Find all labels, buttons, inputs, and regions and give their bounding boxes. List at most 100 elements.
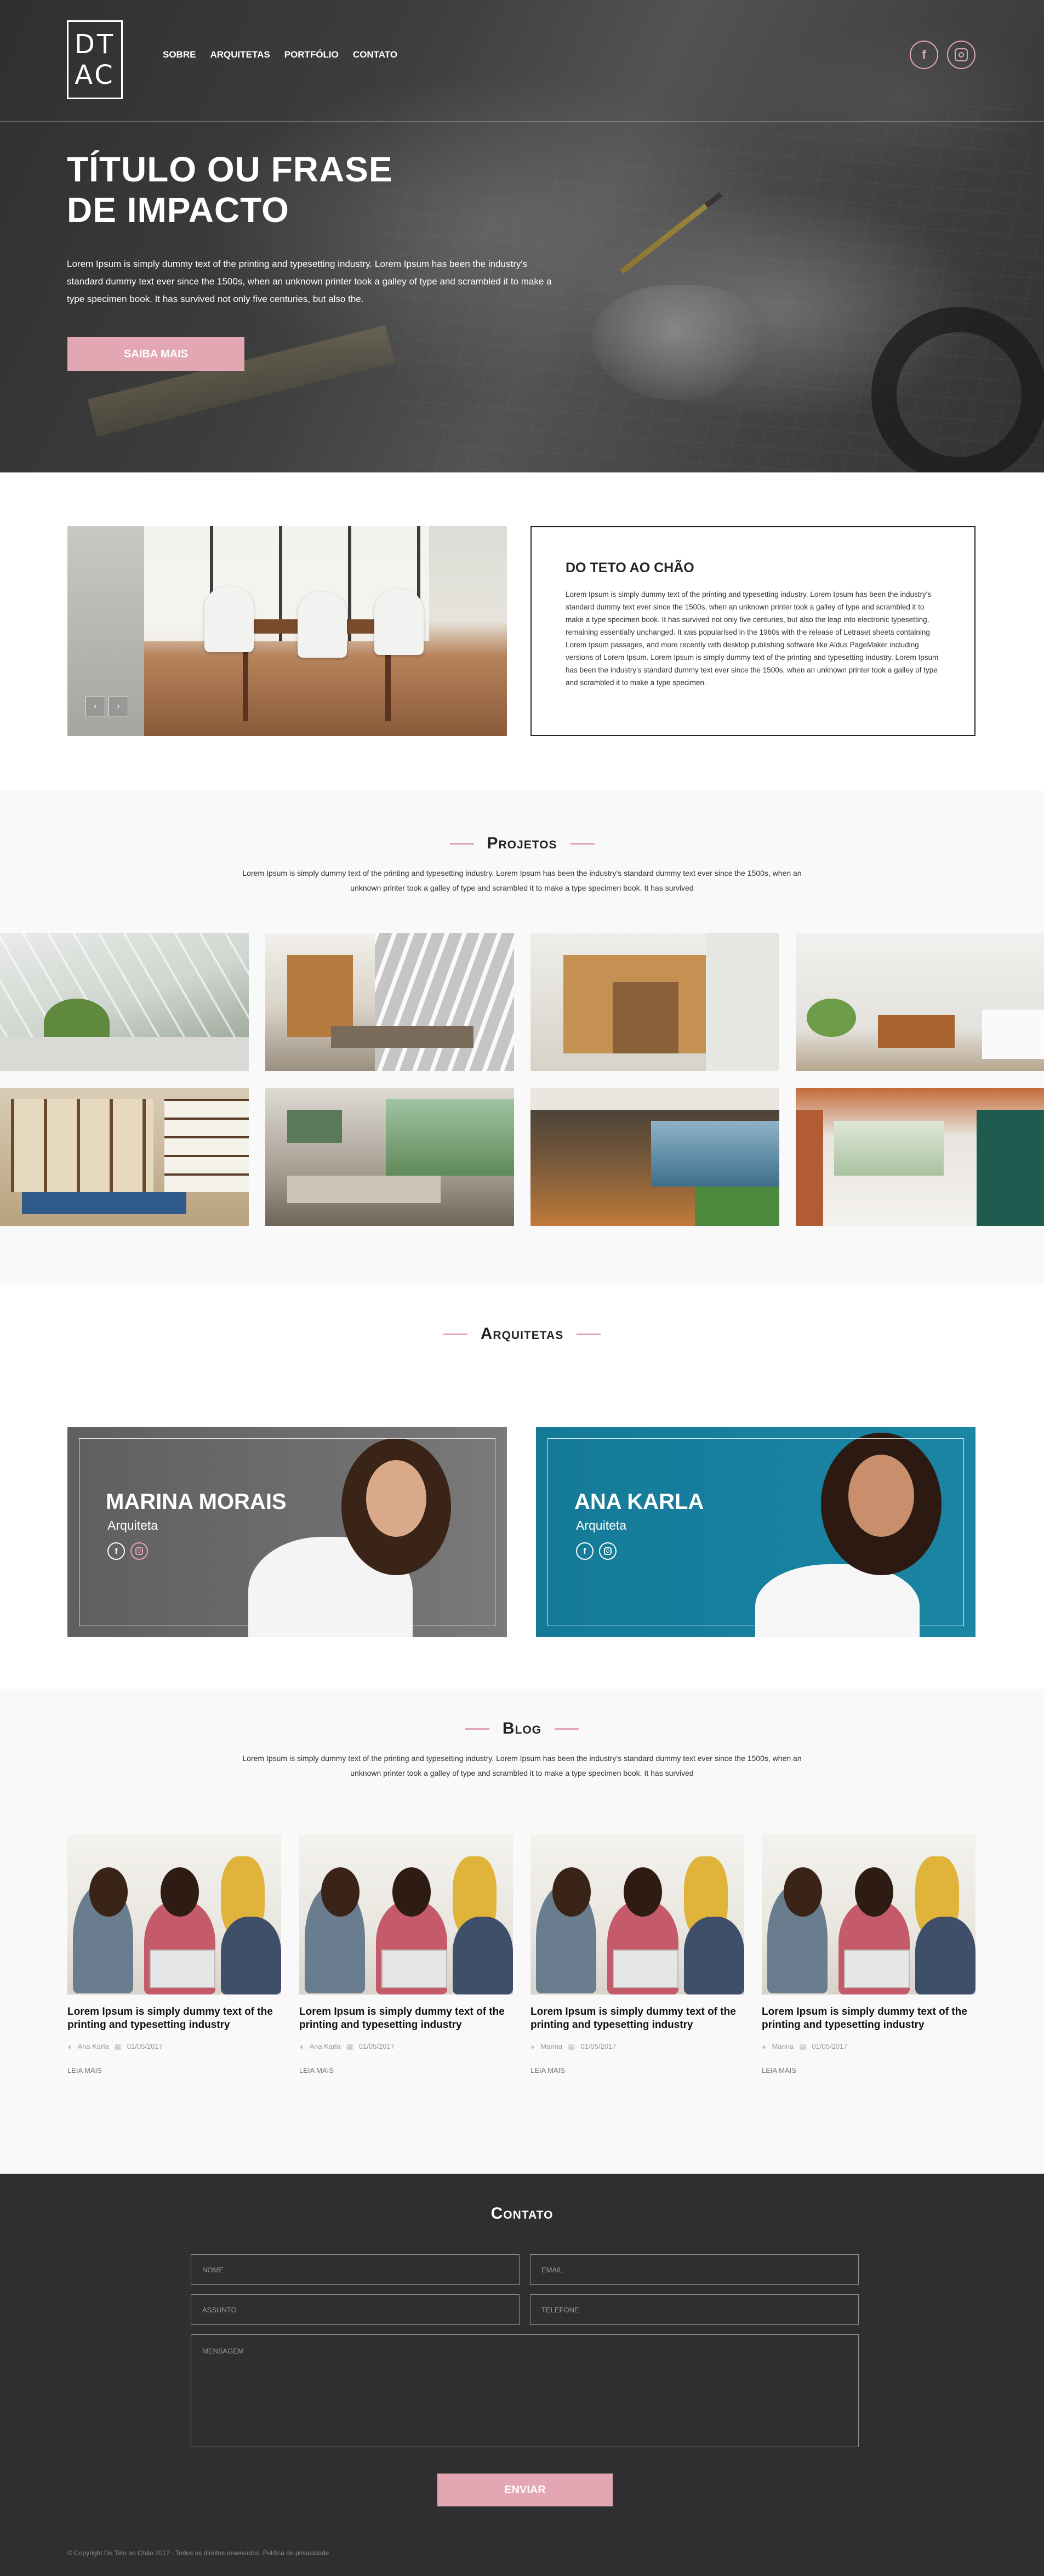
thumb-detail [651, 1121, 779, 1187]
projects-title: Projetos [487, 834, 557, 852]
project-thumbnail[interactable] [530, 933, 779, 1071]
user-icon: ● [67, 2042, 72, 2051]
architect-card-ana[interactable]: ANA KARLA Arquiteta f [536, 1427, 975, 1637]
blog-post-card[interactable]: Lorem Ipsum is simply dummy text of the … [67, 1834, 281, 2075]
blog-subtitle: Lorem Ipsum is simply dummy text of the … [242, 1754, 802, 1777]
read-more-link[interactable]: LEIA MAIS [67, 2066, 281, 2075]
facebook-icon[interactable]: f [576, 1542, 594, 1560]
blog-post-title[interactable]: Lorem Ipsum is simply dummy text of the … [299, 2005, 513, 2032]
architect-card-marina[interactable]: MARINA MORAIS Arquiteta f [67, 1427, 507, 1637]
blog-post-card[interactable]: Lorem Ipsum is simply dummy text of the … [299, 1834, 513, 2075]
logo-line-2: AC [75, 60, 115, 90]
project-thumbnail[interactable] [530, 1088, 779, 1226]
top-navigation: DT AC SOBRE ARQUITETAS PORTFÓLIO CONTATO… [0, 0, 1044, 122]
heading-bar-left [465, 1728, 489, 1730]
email-field[interactable] [530, 2254, 859, 2285]
nav-divider [0, 121, 1044, 122]
blog-post-title[interactable]: Lorem Ipsum is simply dummy text of the … [530, 2005, 744, 2032]
contact-section: Contato ENVIAR © Copyright Do Teto ao Ch… [0, 2174, 1044, 2576]
instagram-icon[interactable] [599, 1542, 617, 1560]
name-field[interactable] [191, 2254, 520, 2285]
blog-post-image [762, 1834, 975, 1994]
thumb-detail [807, 999, 856, 1037]
project-thumbnail[interactable] [265, 1088, 514, 1226]
thumb-detail [834, 1121, 944, 1176]
menu-item-sobre[interactable]: SOBRE [163, 49, 196, 60]
architect-role: Arquiteta [576, 1518, 627, 1532]
architects-title: Arquitetas [480, 1325, 564, 1343]
image-chair [298, 592, 347, 658]
instagram-glyph [135, 1547, 143, 1555]
slider-prev-button[interactable]: ‹ [85, 697, 105, 716]
thumb-detail [287, 1110, 342, 1143]
send-button[interactable]: ENVIAR [437, 2474, 613, 2506]
thumb-person [624, 1867, 662, 1917]
site-logo[interactable]: DT AC [67, 20, 123, 99]
about-slider-image: ‹ › [67, 526, 507, 736]
thumb-detail [22, 1192, 186, 1214]
image-chair [374, 589, 424, 655]
phone-field[interactable] [530, 2294, 859, 2325]
architect-role: Arquiteta [107, 1518, 158, 1532]
blog-post-card[interactable]: Lorem Ipsum is simply dummy text of the … [762, 1834, 975, 2075]
project-thumbnail[interactable] [0, 1088, 249, 1226]
projects-section: Projetos Lorem Ipsum is simply dummy tex… [0, 790, 1044, 1284]
facebook-glyph: f [583, 1546, 586, 1556]
instagram-icon[interactable] [947, 41, 975, 69]
read-more-link[interactable]: LEIA MAIS [762, 2066, 975, 2075]
blog-post-author: Ana Karla [77, 2042, 109, 2050]
thumb-detail [982, 1010, 1044, 1059]
slider-next-button[interactable]: › [109, 697, 128, 716]
blog-post-meta: ● Ana Karla ▦ 01/05/2017 [67, 2042, 281, 2051]
read-more-link[interactable]: LEIA MAIS [299, 2066, 513, 2075]
thumb-person [161, 1867, 199, 1917]
project-thumbnail[interactable] [796, 933, 1044, 1071]
copyright-text: © Copyright Do Teto ao Chão 2017 - Todos… [67, 2549, 329, 2557]
subject-field[interactable] [191, 2294, 520, 2325]
user-icon: ● [530, 2042, 535, 2051]
thumb-person [392, 1867, 431, 1917]
heading-bar-right [577, 1333, 601, 1335]
menu-item-contato[interactable]: CONTATO [353, 49, 397, 60]
blog-post-card[interactable]: Lorem Ipsum is simply dummy text of the … [530, 1834, 744, 2075]
thumb-detail [530, 1088, 779, 1110]
project-thumbnail[interactable] [265, 933, 514, 1071]
thumb-detail [977, 1110, 1044, 1226]
project-thumbnail[interactable] [0, 933, 249, 1071]
hero-title-line-1: TÍTULO OU FRASE [67, 150, 393, 189]
blog-post-author: Marina [540, 2042, 563, 2050]
instagram-icon[interactable] [130, 1542, 148, 1560]
calendar-icon: ▦ [346, 2042, 353, 2050]
blog-post-meta: ● Marina ▦ 01/05/2017 [762, 2042, 975, 2051]
hero-section: DT AC SOBRE ARQUITETAS PORTFÓLIO CONTATO… [0, 0, 1044, 472]
blog-post-title[interactable]: Lorem Ipsum is simply dummy text of the … [67, 2005, 281, 2032]
image-chair [204, 586, 254, 652]
projects-heading: Projetos [0, 834, 1044, 853]
calendar-icon: ▦ [799, 2042, 807, 2050]
heading-bar-right [555, 1728, 579, 1730]
message-field[interactable] [191, 2334, 859, 2447]
blog-section: Blog Lorem Ipsum is simply dummy text of… [0, 1689, 1044, 2174]
about-title: DO TETO AO CHÃO [566, 560, 694, 575]
image-wall [67, 526, 144, 736]
read-more-link[interactable]: LEIA MAIS [530, 2066, 744, 2075]
menu-item-arquitetas[interactable]: ARQUITETAS [210, 49, 270, 60]
instagram-glyph [604, 1547, 612, 1555]
blog-post-date: 01/05/2017 [812, 2042, 848, 2050]
thumb-person [784, 1867, 822, 1917]
thumb-detail [695, 1187, 779, 1226]
thumb-person [89, 1867, 128, 1917]
main-menu: SOBRE ARQUITETAS PORTFÓLIO CONTATO [163, 49, 397, 60]
thumb-laptop [150, 1950, 215, 1988]
hero-description: Lorem Ipsum is simply dummy text of the … [67, 259, 552, 304]
thumb-person [221, 1917, 281, 1994]
blog-post-image [67, 1834, 281, 1994]
menu-item-portfolio[interactable]: PORTFÓLIO [284, 49, 339, 60]
project-thumbnail[interactable] [796, 1088, 1044, 1226]
saiba-mais-button[interactable]: SAIBA MAIS [67, 337, 244, 371]
about-text: Lorem Ipsum is simply dummy text of the … [566, 590, 939, 687]
thumb-person [684, 1917, 744, 1994]
blog-post-title[interactable]: Lorem Ipsum is simply dummy text of the … [762, 2005, 975, 2032]
facebook-icon[interactable]: f [910, 41, 938, 69]
facebook-icon[interactable]: f [107, 1542, 125, 1560]
